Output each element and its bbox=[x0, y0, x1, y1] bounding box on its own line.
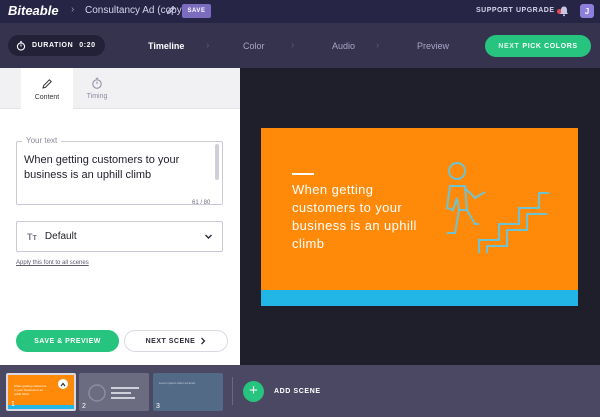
thumbnail-color-bar bbox=[8, 405, 74, 409]
tab-content[interactable]: Content bbox=[21, 68, 73, 110]
step-timeline[interactable]: Timeline bbox=[148, 41, 184, 51]
font-select[interactable]: Tт Default bbox=[16, 221, 223, 252]
scene-thumbnail-3[interactable]: Lorem ipsum dolor sit amet 3 bbox=[153, 373, 223, 411]
font-icon: Tт bbox=[27, 231, 37, 242]
thumbnail-graphic bbox=[88, 384, 139, 402]
duration-value: 0:20 bbox=[79, 42, 96, 49]
stopwatch-icon bbox=[92, 77, 102, 89]
duration-label: DURATION bbox=[32, 42, 74, 49]
scene-preview[interactable]: When getting customers to your business … bbox=[261, 128, 578, 306]
step-audio[interactable]: Audio bbox=[332, 41, 355, 51]
tab-content-label: Content bbox=[34, 93, 60, 101]
chevron-up-icon[interactable] bbox=[58, 379, 68, 389]
duration-pill: DURATION 0:20 bbox=[8, 35, 105, 56]
text-scrollbar[interactable] bbox=[215, 144, 219, 180]
scene-number: 1 bbox=[11, 401, 15, 408]
stopwatch-icon bbox=[16, 40, 26, 51]
scene-text-value[interactable]: When getting customers to your business … bbox=[24, 153, 204, 199]
chevron-right-icon: › bbox=[376, 40, 380, 51]
person-climbing-stairs-icon bbox=[445, 162, 549, 253]
save-button[interactable]: SAVE bbox=[182, 4, 211, 18]
next-scene-button[interactable]: NEXT SCENE bbox=[124, 330, 228, 352]
chevron-right-icon: › bbox=[206, 40, 210, 51]
character-count: 61 / 80 bbox=[192, 200, 211, 206]
bell-icon[interactable] bbox=[558, 5, 570, 17]
next-scene-label: NEXT SCENE bbox=[145, 337, 196, 345]
font-value: Default bbox=[44, 231, 77, 242]
text-field-label: Your text bbox=[22, 136, 62, 145]
scene-number: 3 bbox=[156, 403, 160, 410]
scene-color-bar bbox=[261, 290, 578, 306]
headline-accent-line bbox=[292, 173, 314, 175]
add-scene-label[interactable]: ADD SCENE bbox=[274, 388, 321, 395]
scene-timeline: When getting customers to your business … bbox=[0, 365, 600, 417]
scene-thumbnail-1[interactable]: When getting customers to your business … bbox=[6, 373, 76, 411]
tab-timing[interactable]: Timing bbox=[71, 68, 123, 109]
breadcrumb-chevron-icon: › bbox=[71, 4, 75, 15]
step-preview[interactable]: Preview bbox=[417, 41, 449, 51]
scene-thumbnail-2[interactable]: 2 bbox=[79, 373, 149, 411]
upgrade-link[interactable]: UPGRADE bbox=[516, 7, 555, 14]
chevron-right-icon: › bbox=[291, 40, 295, 51]
next-label: PICK COLORS bbox=[522, 42, 578, 50]
panel-tabs: Content Timing bbox=[0, 68, 240, 110]
biteable-logo[interactable]: Biteable bbox=[8, 3, 59, 18]
top-bar: Biteable › Consultancy Ad (copy) SAVE SU… bbox=[0, 0, 600, 23]
timeline-divider bbox=[232, 377, 233, 405]
pencil-icon bbox=[42, 78, 52, 89]
next-prefix: NEXT bbox=[498, 42, 520, 50]
save-preview-button[interactable]: SAVE & PREVIEW bbox=[16, 330, 119, 352]
step-bar: DURATION 0:20 Timeline › Color › Audio ›… bbox=[0, 23, 600, 68]
chevron-right-icon bbox=[201, 337, 206, 345]
thumbnail-text: Lorem ipsum dolor sit amet bbox=[159, 381, 196, 385]
scene-number: 2 bbox=[82, 403, 86, 410]
support-link[interactable]: SUPPORT bbox=[476, 7, 513, 14]
editor-panel: Content Timing bbox=[0, 68, 240, 365]
step-color[interactable]: Color bbox=[243, 41, 265, 51]
thumbnail-text: When getting customers to your business … bbox=[14, 384, 47, 396]
next-pick-colors-button[interactable]: NEXT PICK COLORS bbox=[485, 35, 591, 57]
add-scene-button[interactable]: + bbox=[243, 381, 264, 402]
pencil-edit-icon[interactable] bbox=[166, 5, 176, 15]
apply-font-all-link[interactable]: Apply this font to all scenes bbox=[16, 260, 89, 266]
user-avatar[interactable]: J bbox=[580, 4, 594, 18]
chevron-down-icon bbox=[205, 234, 212, 239]
scene-headline: When getting customers to your business … bbox=[292, 182, 417, 251]
tab-timing-label: Timing bbox=[86, 93, 108, 100]
